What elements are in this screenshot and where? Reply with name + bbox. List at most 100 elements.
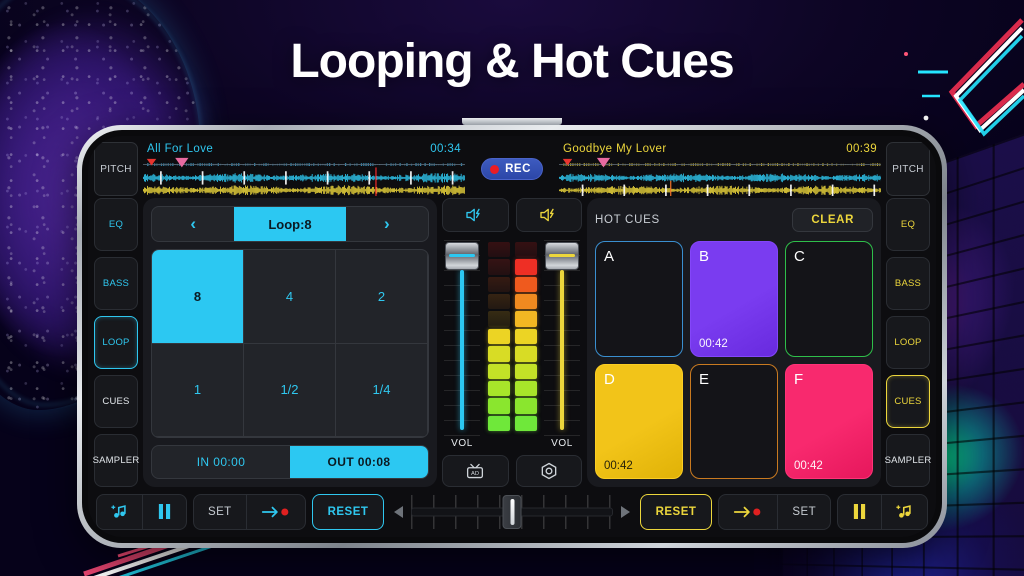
vu-segment <box>514 346 537 362</box>
pitch-button-left[interactable]: PITCH <box>94 142 138 196</box>
record-button[interactable]: REC <box>481 158 543 180</box>
hot-cue-pad-f[interactable]: F 00:42 <box>785 363 873 479</box>
loop-size-button[interactable]: 1/2 <box>244 343 336 437</box>
transport-bar: SET RESET RESET SET <box>88 489 936 537</box>
deck-b-header: Goodbye My Lover 00:39 <box>559 142 881 156</box>
main-content: EQ BASS LOOP CUES SAMPLER ‹ Loop:8 › 8 4 2 1 1/2… <box>88 198 936 489</box>
vu-segment <box>487 242 510 258</box>
hot-cue-pad-b[interactable]: B 00:42 <box>690 241 778 357</box>
pause-button-b[interactable] <box>838 494 882 529</box>
fader-knob-b[interactable] <box>545 242 579 270</box>
vu-segment <box>487 328 510 345</box>
deck-b: Goodbye My Lover 00:39 <box>559 142 881 196</box>
fader-fill-b <box>560 270 564 430</box>
loop-next-button[interactable]: › <box>346 207 428 241</box>
loop-size-button[interactable]: 2 <box>336 250 428 344</box>
rail-item-label: EQ <box>900 219 916 230</box>
deck-a-header: All For Love 00:34 <box>143 142 465 156</box>
rail-item-label: LOOP <box>102 337 130 348</box>
hot-cue-pad-c[interactable]: C <box>785 241 873 357</box>
vu-segment <box>514 276 537 293</box>
rail-left-item-eq[interactable]: EQ <box>94 198 138 251</box>
goto-cue-button-b[interactable] <box>719 494 779 529</box>
hot-cue-pad-a[interactable]: A <box>595 241 683 357</box>
vu-segment <box>514 363 537 379</box>
vu-segment <box>487 398 510 414</box>
speaker-flash-icon <box>466 208 480 222</box>
phone-bezel: PITCH All For Love 00:34 REC Goodbye My … <box>82 130 942 543</box>
volume-fader-b[interactable]: VOL <box>542 240 582 449</box>
rail-left-item-bass[interactable]: BASS <box>94 257 138 310</box>
triangle-left-icon[interactable] <box>394 505 404 518</box>
volume-fader-a[interactable]: VOL <box>442 240 482 449</box>
right-mode-rail: EQ BASS LOOP CUES SAMPLER <box>885 198 931 487</box>
deck-b-track-title: Goodbye My Lover <box>563 143 667 155</box>
cue-monitor-button-a[interactable] <box>442 198 509 232</box>
deck-b-waveform[interactable] <box>559 156 881 196</box>
hot-cues-title: HOT CUES <box>595 214 660 226</box>
ad-button[interactable]: AD <box>442 455 509 487</box>
hot-cue-time: 00:42 <box>699 337 728 350</box>
pitch-label-left: PITCH <box>100 163 132 175</box>
deck-a: All For Love 00:34 <box>143 142 465 196</box>
add-track-button-a[interactable] <box>97 494 143 529</box>
hot-cue-pad-e[interactable]: E <box>690 363 778 479</box>
hot-cue-pad-d[interactable]: D 00:42 <box>595 363 683 479</box>
hot-cues-header: HOT CUES CLEAR <box>595 206 873 234</box>
rail-left-item-cues[interactable]: CUES <box>94 375 138 428</box>
page-title: Looping & Hot Cues <box>290 35 734 88</box>
set-button-b[interactable]: SET <box>778 495 830 529</box>
loop-in-button[interactable]: IN 00:00 <box>152 446 290 478</box>
set-button-a[interactable]: SET <box>194 494 247 529</box>
vu-segment <box>514 328 537 345</box>
fader-track-a[interactable] <box>444 240 480 436</box>
record-area: REC <box>470 142 554 196</box>
loop-size-button[interactable]: 8 <box>152 250 244 344</box>
hex-settings-icon <box>541 462 557 480</box>
loop-size-button[interactable]: 4 <box>244 250 336 344</box>
pause-button-a[interactable] <box>143 495 186 529</box>
add-track-button-b[interactable] <box>882 495 927 529</box>
crossfader[interactable] <box>411 494 613 529</box>
vu-segment <box>514 259 537 275</box>
app-screen: PITCH All For Love 00:34 REC Goodbye My … <box>88 136 936 537</box>
clear-cues-button[interactable]: CLEAR <box>792 208 873 232</box>
arrow-to-cue-icon <box>261 506 288 517</box>
crossfader-knob[interactable] <box>502 494 522 529</box>
loop-in-out-row: IN 00:00 OUT 00:08 <box>151 445 429 479</box>
rail-right-item-cues[interactable]: CUES <box>886 375 930 428</box>
rail-right-item-sampler[interactable]: SAMPLER <box>885 434 931 487</box>
loop-out-label: OUT <box>327 455 355 469</box>
triangle-right-icon[interactable] <box>620 505 630 518</box>
reset-button-a[interactable]: RESET <box>311 493 385 530</box>
rail-left-item-sampler[interactable]: SAMPLER <box>93 434 139 487</box>
fader-knob-a[interactable] <box>445 242 479 270</box>
rail-left-item-loop[interactable]: LOOP <box>94 316 138 369</box>
vu-segment <box>487 311 510 327</box>
vu-segment <box>514 380 537 397</box>
rail-item-label: CUES <box>102 396 130 407</box>
loop-size-button[interactable]: 1/4 <box>336 343 428 437</box>
goto-cue-button-a[interactable] <box>247 495 305 529</box>
rail-right-item-loop[interactable]: LOOP <box>886 316 930 369</box>
pitch-button-right[interactable]: PITCH <box>886 142 930 196</box>
loop-prev-button[interactable]: ‹ <box>152 207 234 241</box>
vu-segment <box>487 294 510 310</box>
deck-a-waveform[interactable] <box>143 156 465 196</box>
settings-button[interactable] <box>515 455 582 487</box>
vu-segment <box>514 294 537 310</box>
left-mode-rail: EQ BASS LOOP CUES SAMPLER <box>93 198 139 487</box>
fader-track-b[interactable] <box>544 240 580 436</box>
hot-cue-time: 00:42 <box>794 460 823 472</box>
reset-button-b[interactable]: RESET <box>639 493 713 530</box>
rail-right-item-eq[interactable]: EQ <box>886 198 930 251</box>
vu-meter-left <box>487 242 510 431</box>
loop-out-button[interactable]: OUT 00:08 <box>290 446 428 478</box>
crossfader-area <box>390 494 633 529</box>
rail-right-item-bass[interactable]: BASS <box>886 257 930 310</box>
loop-current-button[interactable]: Loop:8 <box>234 207 346 241</box>
loop-size-grid: 8 4 2 1 1/2 1/4 <box>151 249 429 438</box>
loop-size-button[interactable]: 1 <box>152 343 244 437</box>
cue-monitor-button-b[interactable] <box>515 198 582 232</box>
pause-icon <box>853 504 866 519</box>
